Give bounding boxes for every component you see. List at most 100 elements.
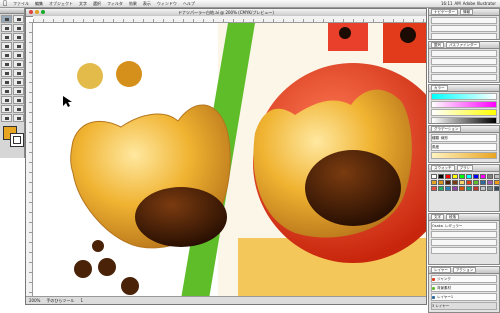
- zoom-button-icon[interactable]: [41, 10, 45, 14]
- horizontal-ruler[interactable]: [33, 16, 426, 23]
- swatch-26[interactable]: [473, 186, 479, 191]
- free-transform-tool-icon[interactable]: [13, 69, 24, 77]
- swatch-9[interactable]: [494, 174, 499, 179]
- menu-file[interactable]: ファイル: [10, 0, 32, 7]
- menu-view[interactable]: 表示: [140, 0, 154, 7]
- swatch-2[interactable]: [445, 174, 451, 179]
- pathfinder-row-1[interactable]: [431, 66, 497, 73]
- scale-row[interactable]: [431, 247, 497, 254]
- magic-wand-tool-icon[interactable]: [1, 24, 12, 32]
- rectangle-tool-icon[interactable]: [13, 42, 24, 50]
- swatch-1[interactable]: [438, 174, 444, 179]
- swatch-29[interactable]: [494, 186, 499, 191]
- type-tool-icon[interactable]: [13, 33, 24, 41]
- tab-paragraph[interactable]: 段落: [446, 214, 459, 220]
- align-buttons-row[interactable]: [431, 50, 497, 57]
- line-tool-icon[interactable]: [1, 42, 12, 50]
- menu-help[interactable]: ヘルプ: [180, 0, 198, 7]
- gradient-tool-icon[interactable]: [13, 87, 24, 95]
- eyedropper-tool-icon[interactable]: [1, 96, 12, 104]
- gradient-angle-row[interactable]: 角度: [431, 143, 497, 151]
- swatch-12[interactable]: [445, 180, 451, 185]
- swatch-14[interactable]: [459, 180, 465, 185]
- swatch-6[interactable]: [473, 174, 479, 179]
- swatch-16[interactable]: [473, 180, 479, 185]
- swatch-22[interactable]: [445, 186, 451, 191]
- paintbrush-tool-icon[interactable]: [1, 51, 12, 59]
- swatch-7[interactable]: [480, 174, 486, 179]
- menu-window[interactable]: ウィンドウ: [154, 0, 180, 7]
- tab-brushes[interactable]: ブラシ: [456, 165, 473, 171]
- swatch-8[interactable]: [487, 174, 493, 179]
- font-name[interactable]: Osaka: [432, 224, 443, 228]
- rotate-tool-icon[interactable]: [1, 60, 12, 68]
- swatch-21[interactable]: [438, 186, 444, 191]
- swatch-20[interactable]: [431, 186, 437, 191]
- tab-navigator[interactable]: ナビゲーター: [431, 9, 458, 15]
- swatch-15[interactable]: [466, 180, 472, 185]
- layer-row-junk[interactable]: ジャンク: [431, 275, 497, 283]
- layer-row-background[interactable]: 背景素材: [431, 284, 497, 292]
- gradient-ramp[interactable]: [431, 152, 497, 159]
- lasso-tool-icon[interactable]: [13, 24, 24, 32]
- tab-align[interactable]: 整列: [431, 42, 444, 48]
- slice-tool-icon[interactable]: [13, 105, 24, 113]
- swatch-13[interactable]: [452, 180, 458, 185]
- graph-tool-icon[interactable]: [13, 78, 24, 86]
- artboard-canvas[interactable]: [33, 23, 426, 297]
- tab-pathfinder[interactable]: パスファインダー: [446, 42, 480, 48]
- scale-tool-icon[interactable]: [13, 60, 24, 68]
- menu-filter[interactable]: フィルタ: [104, 0, 126, 7]
- menu-select[interactable]: 選択: [90, 0, 104, 7]
- yellow-slider[interactable]: [431, 109, 497, 116]
- swatch-27[interactable]: [480, 186, 486, 191]
- tab-color[interactable]: カラー: [431, 85, 448, 91]
- menu-object[interactable]: オブジェクト: [46, 0, 76, 7]
- swatch-23[interactable]: [452, 186, 458, 191]
- gradient-type-row[interactable]: 種類 線形: [431, 134, 497, 142]
- swatch-0[interactable]: [431, 174, 437, 179]
- swatch-28[interactable]: [487, 186, 493, 191]
- tab-swatches[interactable]: スウォッチ: [431, 165, 455, 171]
- gradient-type-value[interactable]: 線形: [441, 136, 448, 141]
- vertical-ruler[interactable]: [26, 22, 33, 297]
- warp-tool-icon[interactable]: [1, 69, 12, 77]
- scissors-tool-icon[interactable]: [1, 105, 12, 113]
- font-row[interactable]: Osaka レギュラー: [431, 222, 497, 230]
- pathfinder-row-2[interactable]: [431, 74, 497, 81]
- distribute-buttons-row[interactable]: [431, 58, 497, 65]
- symbol-sprayer-tool-icon[interactable]: [1, 78, 12, 86]
- tracking-row[interactable]: [431, 239, 497, 246]
- layer-row-layer1[interactable]: レイヤー1: [431, 293, 497, 301]
- swatch-24[interactable]: [459, 186, 465, 191]
- stroke-swatch[interactable]: [10, 133, 24, 147]
- magenta-slider[interactable]: [431, 101, 497, 108]
- swatch-17[interactable]: [480, 180, 486, 185]
- swatch-19[interactable]: [494, 180, 499, 185]
- font-size-row[interactable]: [431, 231, 497, 238]
- zoom-tool-icon[interactable]: [13, 114, 24, 122]
- font-style[interactable]: レギュラー: [445, 224, 463, 229]
- selection-tool-icon[interactable]: [1, 15, 12, 23]
- pencil-tool-icon[interactable]: [13, 51, 24, 59]
- menu-effect[interactable]: 効果: [126, 0, 140, 7]
- apple-menu-icon[interactable]: : [0, 0, 10, 7]
- tab-info[interactable]: 情報: [460, 9, 473, 15]
- app-switcher[interactable]: Adobe Illustrator: [463, 0, 496, 7]
- swatch-11[interactable]: [438, 180, 444, 185]
- mesh-tool-icon[interactable]: [1, 87, 12, 95]
- swatch-25[interactable]: [466, 186, 472, 191]
- swatch-5[interactable]: [466, 174, 472, 179]
- direct-selection-tool-icon[interactable]: [13, 15, 24, 23]
- menu-type[interactable]: 文字: [76, 0, 90, 7]
- cyan-slider[interactable]: [431, 93, 497, 100]
- swatch-4[interactable]: [459, 174, 465, 179]
- minimize-button-icon[interactable]: [35, 10, 39, 14]
- swatch-10[interactable]: [431, 180, 437, 185]
- tab-layers[interactable]: レイヤー: [431, 267, 451, 273]
- menu-edit[interactable]: 編集: [32, 0, 46, 7]
- tab-actions[interactable]: アクション: [452, 267, 477, 273]
- swatch-3[interactable]: [452, 174, 458, 179]
- zoom-level[interactable]: 200%: [29, 297, 40, 304]
- swatch-18[interactable]: [487, 180, 493, 185]
